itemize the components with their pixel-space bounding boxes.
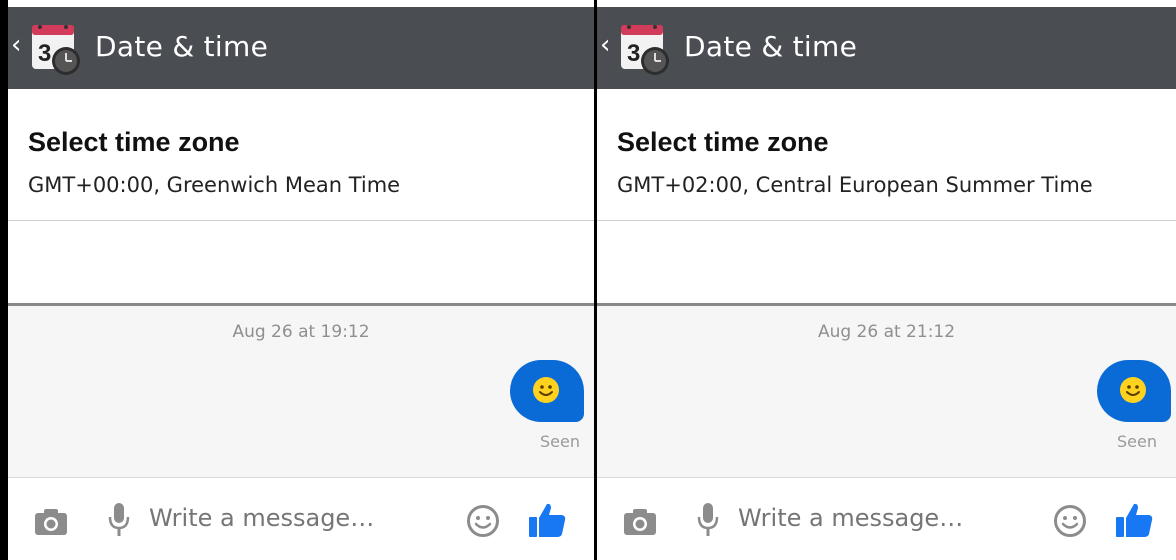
smiley-emoji-icon <box>1120 377 1146 403</box>
calendar-clock-icon[interactable]: 3 <box>28 21 84 77</box>
thumbs-up-icon[interactable] <box>528 500 568 540</box>
action-bar: ‹ 3 Date & time <box>597 7 1176 89</box>
message-composer <box>597 478 1176 560</box>
message-timestamp: Aug 26 at 19:12 <box>232 322 370 342</box>
time-zone-setting[interactable]: Select time zone GMT+02:00, Central Euro… <box>597 89 1176 220</box>
message-bubble[interactable] <box>510 360 584 422</box>
chat-thread: Aug 26 at 19:12 Seen <box>8 306 594 477</box>
empty-area <box>8 221 594 303</box>
chat-thread: Aug 26 at 21:12 Seen <box>597 306 1176 477</box>
chevron-left-icon[interactable]: ‹ <box>11 30 25 60</box>
seen-status: Seen <box>1117 432 1157 451</box>
time-zone-setting[interactable]: Select time zone GMT+00:00, Greenwich Me… <box>8 89 594 220</box>
message-composer <box>8 478 594 560</box>
setting-summary: GMT+02:00, Central European Summer Time <box>617 173 1093 197</box>
page-title: Date & time <box>684 30 858 63</box>
chevron-left-icon[interactable]: ‹ <box>600 30 614 60</box>
emoji-icon[interactable] <box>466 504 500 538</box>
setting-title: Select time zone <box>617 127 829 157</box>
message-input[interactable] <box>738 504 1018 532</box>
emoji-icon[interactable] <box>1053 504 1087 538</box>
camera-icon[interactable] <box>623 508 657 536</box>
microphone-icon[interactable] <box>697 502 719 538</box>
page-title: Date & time <box>95 30 269 63</box>
message-input[interactable] <box>149 504 429 532</box>
microphone-icon[interactable] <box>108 502 130 538</box>
empty-area <box>597 221 1176 303</box>
message-timestamp: Aug 26 at 21:12 <box>817 322 956 342</box>
thumbs-up-icon[interactable] <box>1115 500 1155 540</box>
calendar-clock-icon[interactable]: 3 <box>617 21 673 77</box>
camera-icon[interactable] <box>34 508 68 536</box>
action-bar: ‹ 3 Date & time <box>8 7 594 89</box>
right-panel: ‹ 3 Date & time Select time zone GMT+02:… <box>597 0 1176 560</box>
svg-text:3: 3 <box>627 40 640 67</box>
screenshot-pair: ‹ 3 Date & time Select time zone GMT+00:… <box>0 0 1176 560</box>
seen-status: Seen <box>540 432 580 451</box>
svg-text:3: 3 <box>38 40 51 67</box>
smiley-emoji-icon <box>533 377 559 403</box>
setting-summary: GMT+00:00, Greenwich Mean Time <box>28 173 401 197</box>
setting-title: Select time zone <box>28 127 240 157</box>
message-bubble[interactable] <box>1097 360 1171 422</box>
left-panel: ‹ 3 Date & time Select time zone GMT+00:… <box>8 0 594 560</box>
